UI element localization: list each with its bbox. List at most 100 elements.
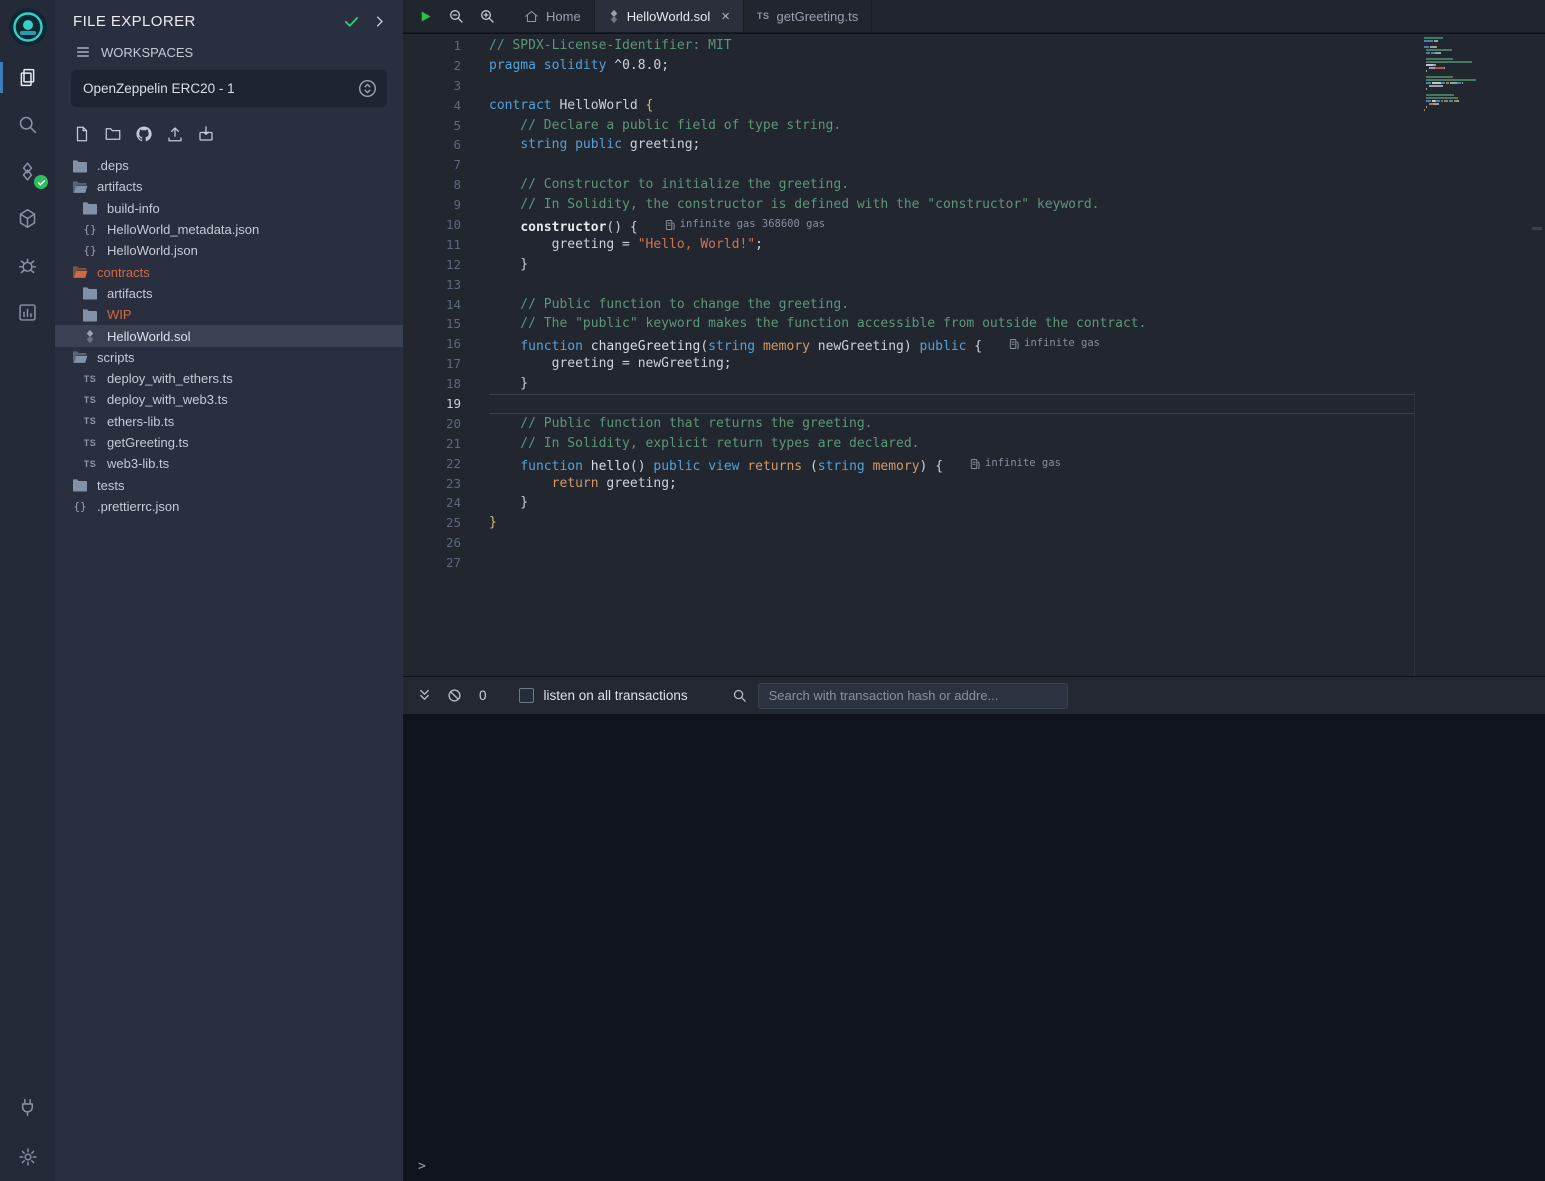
code-line-content[interactable]: contract HelloWorld { [489,96,1414,116]
solidity-file-icon [81,329,99,344]
tree-item-.deps[interactable]: .deps [55,155,403,176]
gas-estimate-badge: infinite gas 368600 gas [665,215,825,235]
zoom-out-icon[interactable] [448,8,464,24]
line-number: 18 [403,374,461,394]
tree-item-ethers-lib.ts[interactable]: TSethers-lib.ts [55,411,403,432]
tree-item-HelloWorld.sol[interactable]: HelloWorld.sol [55,325,403,346]
search-icon[interactable] [0,101,55,148]
debugger-icon[interactable] [0,242,55,289]
plugin-manager-icon[interactable] [0,1083,55,1132]
code-line: 27 [403,553,1414,573]
code-line-content[interactable]: } [489,255,1414,275]
code-line-content[interactable]: } [489,513,1414,533]
terminal-search-input[interactable] [758,683,1068,709]
tree-item-HelloWorld_metadata.json[interactable]: {}HelloWorld_metadata.json [55,219,403,240]
tree-item-.prettierrc.json[interactable]: {} .prettierrc.json [55,496,403,517]
upload-file-icon[interactable] [166,125,184,143]
terminal-output[interactable]: > [403,714,1545,1181]
terminal-toolbar: 0 listen on all transactions [403,677,1545,714]
code-line-content[interactable]: } [489,493,1414,513]
code-line-content[interactable]: return greeting; [489,474,1414,494]
zoom-in-icon[interactable] [479,8,495,24]
solidity-compiler-icon[interactable] [0,148,55,195]
tree-item-web3-lib.ts[interactable]: TSweb3-lib.ts [55,453,403,474]
line-number: 2 [403,56,461,76]
code-line-content[interactable] [489,155,1414,175]
settings-icon[interactable] [0,1132,55,1181]
code-line-content[interactable]: function changeGreeting(string memory ne… [489,334,1414,354]
code-line-content[interactable]: // Public function that returns the gree… [489,414,1414,434]
tree-item-getGreeting.ts[interactable]: TSgetGreeting.ts [55,432,403,453]
line-number: 24 [403,493,461,513]
code-line-content[interactable]: // In Solidity, explicit return types ar… [489,434,1414,454]
scrollbar-thumb[interactable] [1532,227,1542,230]
code-line: 19 [403,394,1414,414]
chevron-right-icon[interactable] [372,14,387,29]
code-line-content[interactable]: string public greeting; [489,135,1414,155]
file-explorer-panel: FILE EXPLORER WORKSPACES OpenZeppelin ER… [55,0,403,1181]
upload-folder-icon[interactable] [197,125,215,143]
close-tab-icon[interactable]: × [721,9,730,24]
file-explorer-icon[interactable] [0,54,55,101]
code-editor[interactable]: 1// SPDX-License-Identifier: MIT2 pragma … [403,34,1545,676]
code-line: 18 } [403,374,1414,394]
clear-terminal-icon[interactable] [447,688,462,703]
new-file-icon[interactable] [73,125,91,143]
tree-item-WIP[interactable]: WIP [55,304,403,325]
code-line-content[interactable]: function hello() public view returns (st… [489,454,1414,474]
tree-item-artifacts[interactable]: artifacts [55,283,403,304]
code-line-content[interactable] [489,533,1414,553]
workspace-selector[interactable]: OpenZeppelin ERC20 - 1 [71,70,387,107]
json-file-icon: {} [71,500,89,513]
code-line-content[interactable]: // The "public" keyword makes the functi… [489,314,1414,334]
tree-item-contracts[interactable]: contracts [55,261,403,282]
code-line-content[interactable]: pragma solidity ^0.8.0; [489,56,1414,76]
minimap[interactable] [1424,37,1500,118]
deploy-run-icon[interactable] [0,195,55,242]
code-line-content[interactable]: } [489,374,1414,394]
code-line-content[interactable] [489,553,1414,573]
tree-item-scripts[interactable]: scripts [55,347,403,368]
workspace-ok-check-icon[interactable] [343,13,360,30]
run-script-button[interactable] [418,9,433,24]
publish-to-gist-icon[interactable] [135,125,153,143]
line-number: 20 [403,414,461,434]
tree-item-tests[interactable]: tests [55,474,403,495]
panel-header: FILE EXPLORER [55,0,403,38]
workspace-switch-icon[interactable] [358,79,377,98]
tab-HelloWorld.sol[interactable]: HelloWorld.sol× [595,0,744,32]
tree-item-build-info[interactable]: build-info [55,198,403,219]
expand-terminal-icon[interactable] [417,688,432,703]
tree-item-HelloWorld.json[interactable]: {}HelloWorld.json [55,240,403,261]
typescript-file-icon: TS [81,416,99,426]
workspaces-menu-icon[interactable] [75,44,91,60]
code-line-content[interactable]: greeting = "Hello, World!"; [489,235,1414,255]
code-line-content[interactable]: // Public function to change the greetin… [489,295,1414,315]
new-folder-icon[interactable] [104,125,122,143]
code-line-content[interactable]: // SPDX-License-Identifier: MIT [489,36,1414,56]
tree-item-deploy_with_web3.ts[interactable]: TSdeploy_with_web3.ts [55,389,403,410]
line-number: 14 [403,295,461,315]
code-line-content[interactable] [489,76,1414,96]
code-line: 1// SPDX-License-Identifier: MIT [403,36,1414,56]
code-line-content[interactable]: constructor() {infinite gas 368600 gas [489,215,1414,235]
tab-getGreeting.ts[interactable]: TSgetGreeting.ts [744,0,872,32]
remix-logo-icon[interactable] [0,0,55,54]
tree-item-deploy_with_ethers.ts[interactable]: TSdeploy_with_ethers.ts [55,368,403,389]
code-line-content[interactable]: // Constructor to initialize the greetin… [489,175,1414,195]
code-line-content[interactable] [489,275,1414,295]
ts-tab-icon: TS [757,11,770,21]
tab-Home[interactable]: Home [511,0,595,32]
solidity-analyzers-icon[interactable] [0,289,55,336]
code-line: 7 [403,155,1414,175]
code-line: 23 return greeting; [403,474,1414,494]
code-line: 21 // In Solidity, explicit return types… [403,434,1414,454]
code-line-content[interactable] [489,394,1414,414]
tree-item-artifacts[interactable]: artifacts [55,176,403,197]
code-line-content[interactable]: // Declare a public field of type string… [489,116,1414,136]
tree-item-label: .prettierrc.json [97,499,179,514]
listen-transactions-checkbox[interactable] [519,688,534,703]
code-line-content[interactable]: // In Solidity, the constructor is defin… [489,195,1414,215]
code-line-content[interactable]: greeting = newGreeting; [489,354,1414,374]
code-line: 3 [403,76,1414,96]
